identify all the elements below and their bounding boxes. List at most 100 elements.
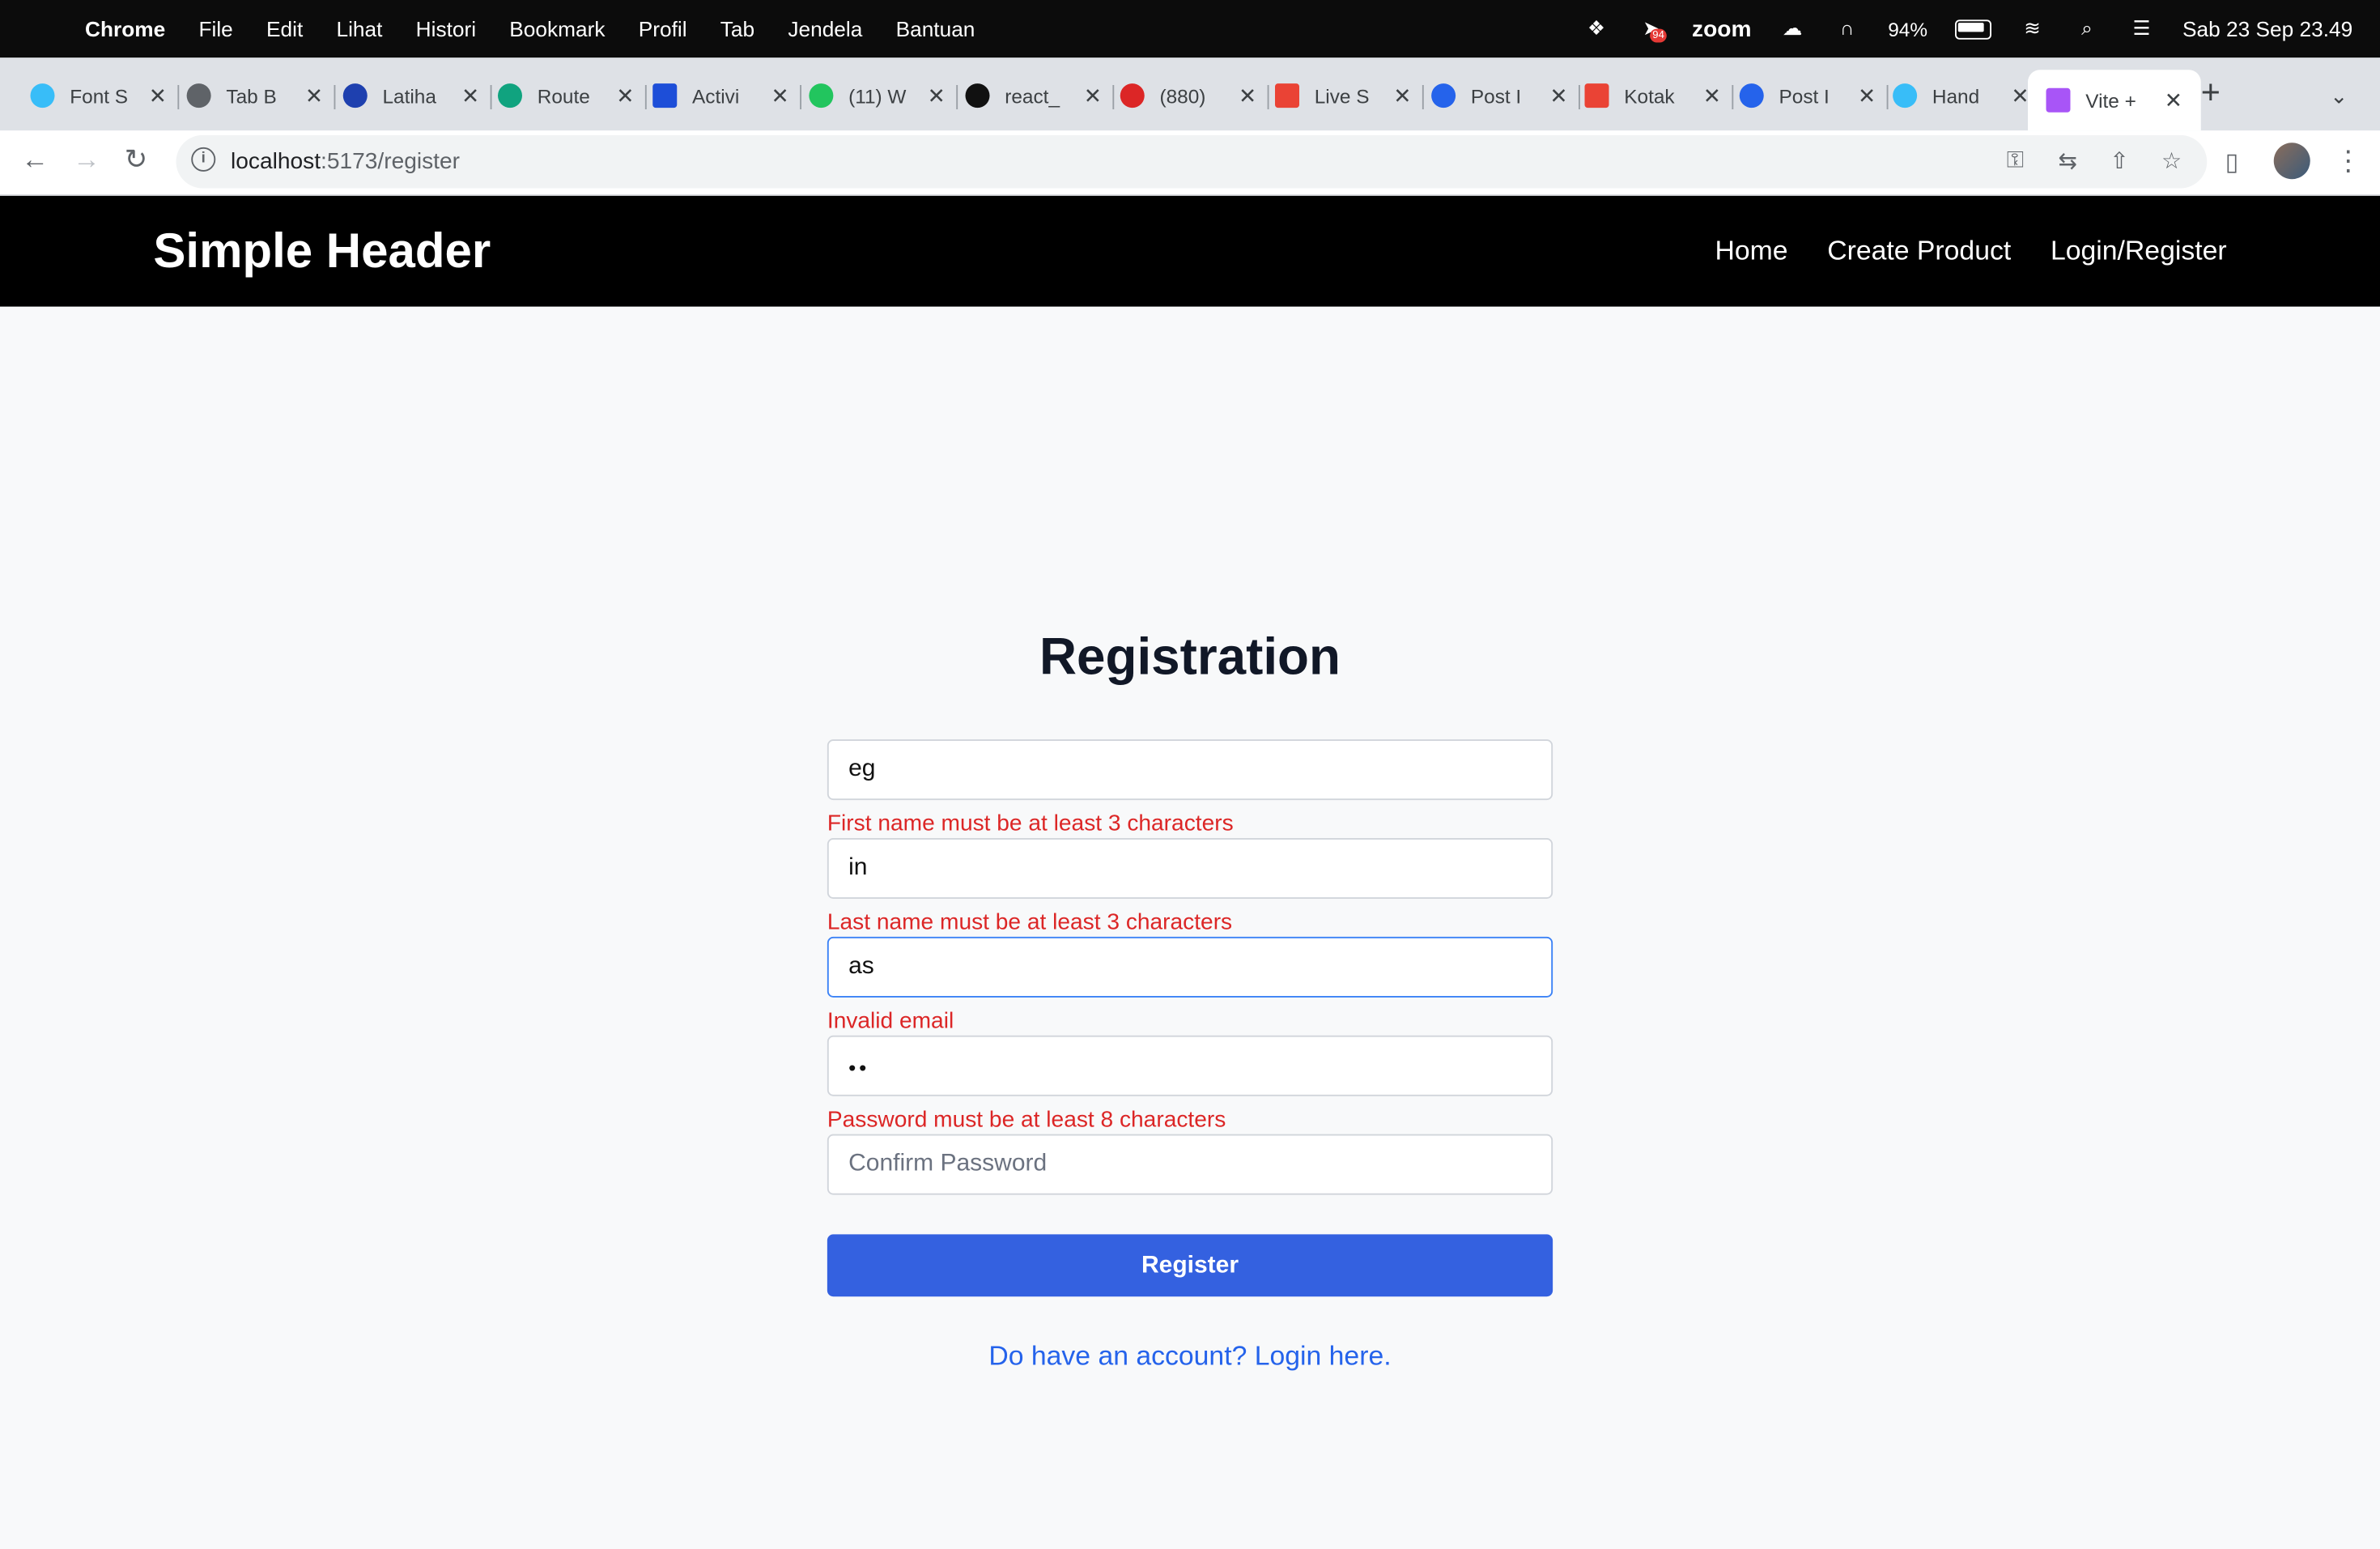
status-area: ❖ ➤ 94 zoom ☁ ∩ 94% ≋ ⌕ ☰ Sab 23 Sep 23.4…: [1583, 0, 2352, 57]
tab-label: Route: [537, 84, 590, 108]
browser-tab[interactable]: Post I ✕: [1739, 70, 1889, 121]
nav-login-register-link[interactable]: Login/Register: [2051, 236, 2227, 267]
tab-label: (880): [1159, 84, 1206, 108]
tab-favicon-icon: [1431, 83, 1456, 109]
figma-icon[interactable]: ❖: [1583, 18, 1610, 40]
nav-create-product-link[interactable]: Create Product: [1827, 236, 2011, 267]
browser-tab-strip: Font S ✕ Tab B ✕ Latiha ✕ Route ✕ Activi ✕ (1…: [0, 57, 2380, 131]
tab-label: (11) W: [848, 84, 907, 108]
close-icon[interactable]: ✕: [616, 83, 634, 109]
browser-tab[interactable]: Live S ✕: [1275, 70, 1424, 121]
browser-tab[interactable]: (11) W ✕: [809, 70, 958, 121]
last-name-input[interactable]: [827, 838, 1553, 899]
site-header: Simple Header Home Create Product Login/…: [0, 195, 2380, 307]
bookmark-star-icon[interactable]: ☆: [2161, 147, 2182, 175]
menu-lihat[interactable]: Lihat: [336, 17, 382, 41]
close-icon[interactable]: ✕: [149, 83, 167, 109]
new-tab-icon[interactable]: +: [2201, 73, 2221, 113]
close-icon[interactable]: ✕: [1393, 83, 1411, 109]
browser-tab[interactable]: Activi ✕: [652, 70, 801, 121]
telegram-icon[interactable]: ➤ 94: [1638, 18, 1668, 43]
browser-tab[interactable]: Latiha ✕: [342, 70, 492, 121]
email-input[interactable]: [827, 936, 1553, 998]
browser-tab[interactable]: Tab B ✕: [186, 70, 335, 121]
url-path: :5173/register: [321, 148, 461, 175]
url-text[interactable]: localhost:5173/register: [231, 149, 460, 175]
cloud-warning-icon[interactable]: ☁: [1779, 18, 1806, 40]
headphones-icon[interactable]: ∩: [1834, 18, 1861, 40]
close-icon[interactable]: ✕: [1703, 83, 1721, 109]
key-icon[interactable]: ⚿: [2007, 147, 2024, 173]
browser-tab[interactable]: Hand ✕: [1893, 70, 2029, 121]
nav-home-link[interactable]: Home: [1715, 236, 1787, 267]
browser-tab[interactable]: (880) ✕: [1120, 70, 1269, 121]
tab-label: Post I: [1470, 84, 1522, 108]
site-brand[interactable]: Simple Header: [153, 223, 491, 279]
battery-icon[interactable]: [1954, 19, 1991, 39]
browser-tab[interactable]: Kotak ✕: [1584, 70, 1733, 121]
close-icon[interactable]: ✕: [928, 83, 946, 109]
profile-avatar[interactable]: [2273, 143, 2310, 180]
browser-tab-active[interactable]: Vite + ✕: [2028, 70, 2201, 131]
tab-favicon-icon: [1893, 83, 1918, 109]
more-menu-icon[interactable]: ⋮: [2335, 146, 2362, 177]
tab-favicon-icon: [1275, 83, 1299, 109]
menu-tab[interactable]: Tab: [720, 17, 754, 41]
zoom-app-label[interactable]: zoom: [1692, 16, 1751, 42]
login-link[interactable]: Do have an account? Login here.: [0, 1341, 2380, 1372]
password-input[interactable]: ••: [827, 1035, 1553, 1096]
tab-favicon-icon: [652, 83, 678, 109]
tab-label: react_: [1005, 84, 1060, 108]
browser-tab[interactable]: Route ✕: [498, 70, 647, 121]
tab-label: Live S: [1314, 84, 1370, 108]
menu-jendela[interactable]: Jendela: [788, 17, 862, 41]
notification-badge: 94: [1649, 28, 1668, 43]
site-nav: Home Create Product Login/Register: [1715, 236, 2226, 267]
tab-search-chevron-down-icon[interactable]: ⌄: [2330, 83, 2348, 109]
back-arrow-icon[interactable]: ←: [21, 144, 49, 176]
menu-app-chrome[interactable]: Chrome: [85, 17, 165, 41]
email-error: Invalid email: [827, 1008, 954, 1034]
side-panel-icon[interactable]: ▯: [2225, 147, 2239, 178]
menu-edit[interactable]: Edit: [266, 17, 303, 41]
menu-bookmark[interactable]: Bookmark: [509, 17, 605, 41]
close-icon[interactable]: ✕: [2011, 83, 2029, 109]
search-icon[interactable]: ⌕: [2073, 18, 2101, 40]
address-bar[interactable]: i localhost:5173/register ⚿ ⇆ ⇧ ☆: [176, 134, 2208, 189]
tab-favicon-icon: [1739, 83, 1764, 109]
translate-icon[interactable]: ⇆: [2059, 147, 2078, 175]
tab-label: Vite +: [2085, 88, 2136, 112]
close-icon[interactable]: ✕: [461, 83, 479, 109]
close-icon[interactable]: ✕: [1858, 83, 1876, 109]
menu-profil[interactable]: Profil: [639, 17, 687, 41]
close-icon[interactable]: ✕: [1549, 83, 1567, 109]
site-info-icon[interactable]: i: [191, 147, 216, 172]
menu-file[interactable]: File: [198, 17, 232, 41]
close-icon[interactable]: ✕: [1239, 83, 1256, 109]
browser-tab[interactable]: react_ ✕: [965, 70, 1114, 121]
wifi-icon[interactable]: ≋: [2019, 18, 2046, 40]
close-icon[interactable]: ✕: [771, 83, 789, 109]
control-center-icon[interactable]: ☰: [2128, 18, 2156, 40]
confirm-password-input[interactable]: [827, 1134, 1553, 1195]
page-title: Registration: [1039, 628, 1341, 687]
close-icon[interactable]: ✕: [2165, 87, 2182, 113]
reload-icon[interactable]: ↻: [125, 144, 147, 176]
vite-favicon-icon: [2046, 87, 2071, 113]
register-button[interactable]: Register: [827, 1234, 1553, 1297]
tab-label: Hand: [1932, 84, 1980, 108]
tab-label: Latiha: [382, 84, 436, 108]
tab-label: Tab B: [226, 84, 277, 108]
close-icon[interactable]: ✕: [305, 83, 323, 109]
clock[interactable]: Sab 23 Sep 23.49: [2182, 17, 2352, 41]
url-host: localhost: [231, 148, 321, 175]
menu-bantuan[interactable]: Bantuan: [896, 17, 975, 41]
forward-arrow-icon[interactable]: →: [73, 144, 100, 176]
share-icon[interactable]: ⇧: [2110, 147, 2129, 175]
browser-tab[interactable]: Font S ✕: [30, 70, 179, 121]
menu-histori[interactable]: Histori: [416, 17, 476, 41]
first-name-input[interactable]: [827, 739, 1553, 801]
tab-label: Post I: [1779, 84, 1830, 108]
close-icon[interactable]: ✕: [1084, 83, 1102, 109]
browser-tab[interactable]: Post I ✕: [1431, 70, 1580, 121]
